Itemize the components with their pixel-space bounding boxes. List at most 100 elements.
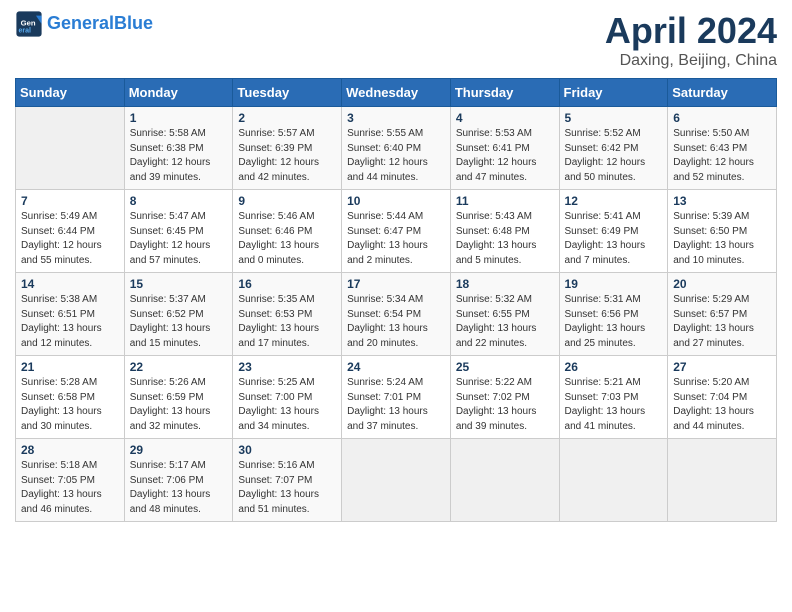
day-info: Sunrise: 5:39 AM Sunset: 6:50 PM Dayligh…	[673, 210, 771, 268]
day-number: 22	[130, 360, 228, 374]
day-number: 25	[456, 360, 554, 374]
day-info: Sunrise: 5:47 AM Sunset: 6:45 PM Dayligh…	[130, 210, 228, 268]
day-number: 10	[347, 194, 445, 208]
day-info: Sunrise: 5:43 AM Sunset: 6:48 PM Dayligh…	[456, 210, 554, 268]
day-number: 3	[347, 111, 445, 125]
day-number: 20	[673, 277, 771, 291]
day-number: 12	[565, 194, 663, 208]
calendar-cell: 27 Sunrise: 5:20 AM Sunset: 7:04 PM Dayli…	[668, 356, 777, 439]
logo: Gen eral GeneralBlue	[15, 10, 153, 38]
day-info: Sunrise: 5:44 AM Sunset: 6:47 PM Dayligh…	[347, 210, 445, 268]
calendar-cell: 12 Sunrise: 5:41 AM Sunset: 6:49 PM Dayli…	[559, 190, 668, 273]
calendar-cell: 24Sunrise: 5:24 AM Sunset: 7:01 PM Dayli…	[342, 356, 451, 439]
weekday-header-wednesday: Wednesday	[342, 79, 451, 107]
day-number: 28	[21, 443, 119, 457]
day-info: Sunrise: 5:55 AM Sunset: 6:40 PM Dayligh…	[347, 127, 445, 185]
calendar-cell: 26 Sunrise: 5:21 AM Sunset: 7:03 PM Dayli…	[559, 356, 668, 439]
day-info: Sunrise: 5:25 AM Sunset: 7:00 PM Dayligh…	[238, 376, 336, 434]
day-info: Sunrise: 5:34 AM Sunset: 6:54 PM Dayligh…	[347, 293, 445, 351]
calendar-cell	[450, 439, 559, 522]
calendar-cell: 23Sunrise: 5:25 AM Sunset: 7:00 PM Dayli…	[233, 356, 342, 439]
calendar-cell: 15 Sunrise: 5:37 AM Sunset: 6:52 PM Dayli…	[124, 273, 233, 356]
calendar-subtitle: Daxing, Beijing, China	[605, 52, 777, 70]
logo-name-line1: GeneralBlue	[47, 14, 153, 34]
day-info: Sunrise: 5:21 AM Sunset: 7:03 PM Dayligh…	[565, 376, 663, 434]
calendar-table: SundayMondayTuesdayWednesdayThursdayFrid…	[15, 78, 777, 522]
header: Gen eral GeneralBlue April 2024 Daxing, …	[15, 10, 777, 70]
day-info: Sunrise: 5:22 AM Sunset: 7:02 PM Dayligh…	[456, 376, 554, 434]
day-info: Sunrise: 5:38 AM Sunset: 6:51 PM Dayligh…	[21, 293, 119, 351]
day-number: 27	[673, 360, 771, 374]
calendar-cell	[16, 107, 125, 190]
day-info: Sunrise: 5:46 AM Sunset: 6:46 PM Dayligh…	[238, 210, 336, 268]
calendar-cell: 3 Sunrise: 5:55 AM Sunset: 6:40 PM Daylig…	[342, 107, 451, 190]
day-number: 19	[565, 277, 663, 291]
calendar-cell: 7Sunrise: 5:49 AM Sunset: 6:44 PM Daylig…	[16, 190, 125, 273]
day-info: Sunrise: 5:41 AM Sunset: 6:49 PM Dayligh…	[565, 210, 663, 268]
day-info: Sunrise: 5:18 AM Sunset: 7:05 PM Dayligh…	[21, 459, 119, 517]
weekday-header-sunday: Sunday	[16, 79, 125, 107]
calendar-cell: 25 Sunrise: 5:22 AM Sunset: 7:02 PM Dayli…	[450, 356, 559, 439]
calendar-cell: 1 Sunrise: 5:58 AM Sunset: 6:38 PM Daylig…	[124, 107, 233, 190]
day-info: Sunrise: 5:28 AM Sunset: 6:58 PM Dayligh…	[21, 376, 119, 434]
day-number: 24	[347, 360, 445, 374]
day-info: Sunrise: 5:29 AM Sunset: 6:57 PM Dayligh…	[673, 293, 771, 351]
day-number: 6	[673, 111, 771, 125]
day-number: 1	[130, 111, 228, 125]
calendar-cell: 8 Sunrise: 5:47 AM Sunset: 6:45 PM Daylig…	[124, 190, 233, 273]
day-info: Sunrise: 5:57 AM Sunset: 6:39 PM Dayligh…	[238, 127, 336, 185]
calendar-cell: 13 Sunrise: 5:39 AM Sunset: 6:50 PM Dayli…	[668, 190, 777, 273]
day-number: 26	[565, 360, 663, 374]
day-number: 18	[456, 277, 554, 291]
calendar-cell: 9 Sunrise: 5:46 AM Sunset: 6:46 PM Daylig…	[233, 190, 342, 273]
calendar-cell: 19 Sunrise: 5:31 AM Sunset: 6:56 PM Dayli…	[559, 273, 668, 356]
calendar-header: SundayMondayTuesdayWednesdayThursdayFrid…	[16, 79, 777, 107]
calendar-cell: 4 Sunrise: 5:53 AM Sunset: 6:41 PM Daylig…	[450, 107, 559, 190]
day-info: Sunrise: 5:58 AM Sunset: 6:38 PM Dayligh…	[130, 127, 228, 185]
day-info: Sunrise: 5:16 AM Sunset: 7:07 PM Dayligh…	[238, 459, 336, 517]
calendar-cell: 21 Sunrise: 5:28 AM Sunset: 6:58 PM Dayli…	[16, 356, 125, 439]
calendar-cell: 16 Sunrise: 5:35 AM Sunset: 6:53 PM Dayli…	[233, 273, 342, 356]
calendar-cell: 6Sunrise: 5:50 AM Sunset: 6:43 PM Daylig…	[668, 107, 777, 190]
calendar-cell: 18 Sunrise: 5:32 AM Sunset: 6:55 PM Dayli…	[450, 273, 559, 356]
day-number: 14	[21, 277, 119, 291]
day-number: 13	[673, 194, 771, 208]
day-number: 15	[130, 277, 228, 291]
day-info: Sunrise: 5:52 AM Sunset: 6:42 PM Dayligh…	[565, 127, 663, 185]
day-number: 5	[565, 111, 663, 125]
calendar-title: April 2024	[605, 10, 777, 52]
day-info: Sunrise: 5:35 AM Sunset: 6:53 PM Dayligh…	[238, 293, 336, 351]
logo-icon: Gen eral	[15, 10, 43, 38]
weekday-header-thursday: Thursday	[450, 79, 559, 107]
weekday-header-friday: Friday	[559, 79, 668, 107]
day-number: 11	[456, 194, 554, 208]
calendar-cell: 5 Sunrise: 5:52 AM Sunset: 6:42 PM Daylig…	[559, 107, 668, 190]
day-number: 17	[347, 277, 445, 291]
day-number: 16	[238, 277, 336, 291]
calendar-cell: 22Sunrise: 5:26 AM Sunset: 6:59 PM Dayli…	[124, 356, 233, 439]
calendar-cell: 29Sunrise: 5:17 AM Sunset: 7:06 PM Dayli…	[124, 439, 233, 522]
calendar-cell: 17 Sunrise: 5:34 AM Sunset: 6:54 PM Dayli…	[342, 273, 451, 356]
day-number: 21	[21, 360, 119, 374]
weekday-header-saturday: Saturday	[668, 79, 777, 107]
calendar-cell: 10 Sunrise: 5:44 AM Sunset: 6:47 PM Dayli…	[342, 190, 451, 273]
weekday-header-tuesday: Tuesday	[233, 79, 342, 107]
calendar-cell	[668, 439, 777, 522]
day-info: Sunrise: 5:37 AM Sunset: 6:52 PM Dayligh…	[130, 293, 228, 351]
calendar-cell: 14 Sunrise: 5:38 AM Sunset: 6:51 PM Dayli…	[16, 273, 125, 356]
day-number: 9	[238, 194, 336, 208]
day-number: 4	[456, 111, 554, 125]
calendar-cell	[342, 439, 451, 522]
day-number: 8	[130, 194, 228, 208]
day-info: Sunrise: 5:49 AM Sunset: 6:44 PM Dayligh…	[21, 210, 119, 268]
day-number: 30	[238, 443, 336, 457]
calendar-cell: 11 Sunrise: 5:43 AM Sunset: 6:48 PM Dayli…	[450, 190, 559, 273]
day-info: Sunrise: 5:31 AM Sunset: 6:56 PM Dayligh…	[565, 293, 663, 351]
day-info: Sunrise: 5:20 AM Sunset: 7:04 PM Dayligh…	[673, 376, 771, 434]
svg-text:Gen: Gen	[21, 18, 36, 27]
day-info: Sunrise: 5:53 AM Sunset: 6:41 PM Dayligh…	[456, 127, 554, 185]
day-number: 29	[130, 443, 228, 457]
day-info: Sunrise: 5:32 AM Sunset: 6:55 PM Dayligh…	[456, 293, 554, 351]
calendar-cell: 30 Sunrise: 5:16 AM Sunset: 7:07 PM Dayli…	[233, 439, 342, 522]
calendar-cell: 20 Sunrise: 5:29 AM Sunset: 6:57 PM Dayli…	[668, 273, 777, 356]
